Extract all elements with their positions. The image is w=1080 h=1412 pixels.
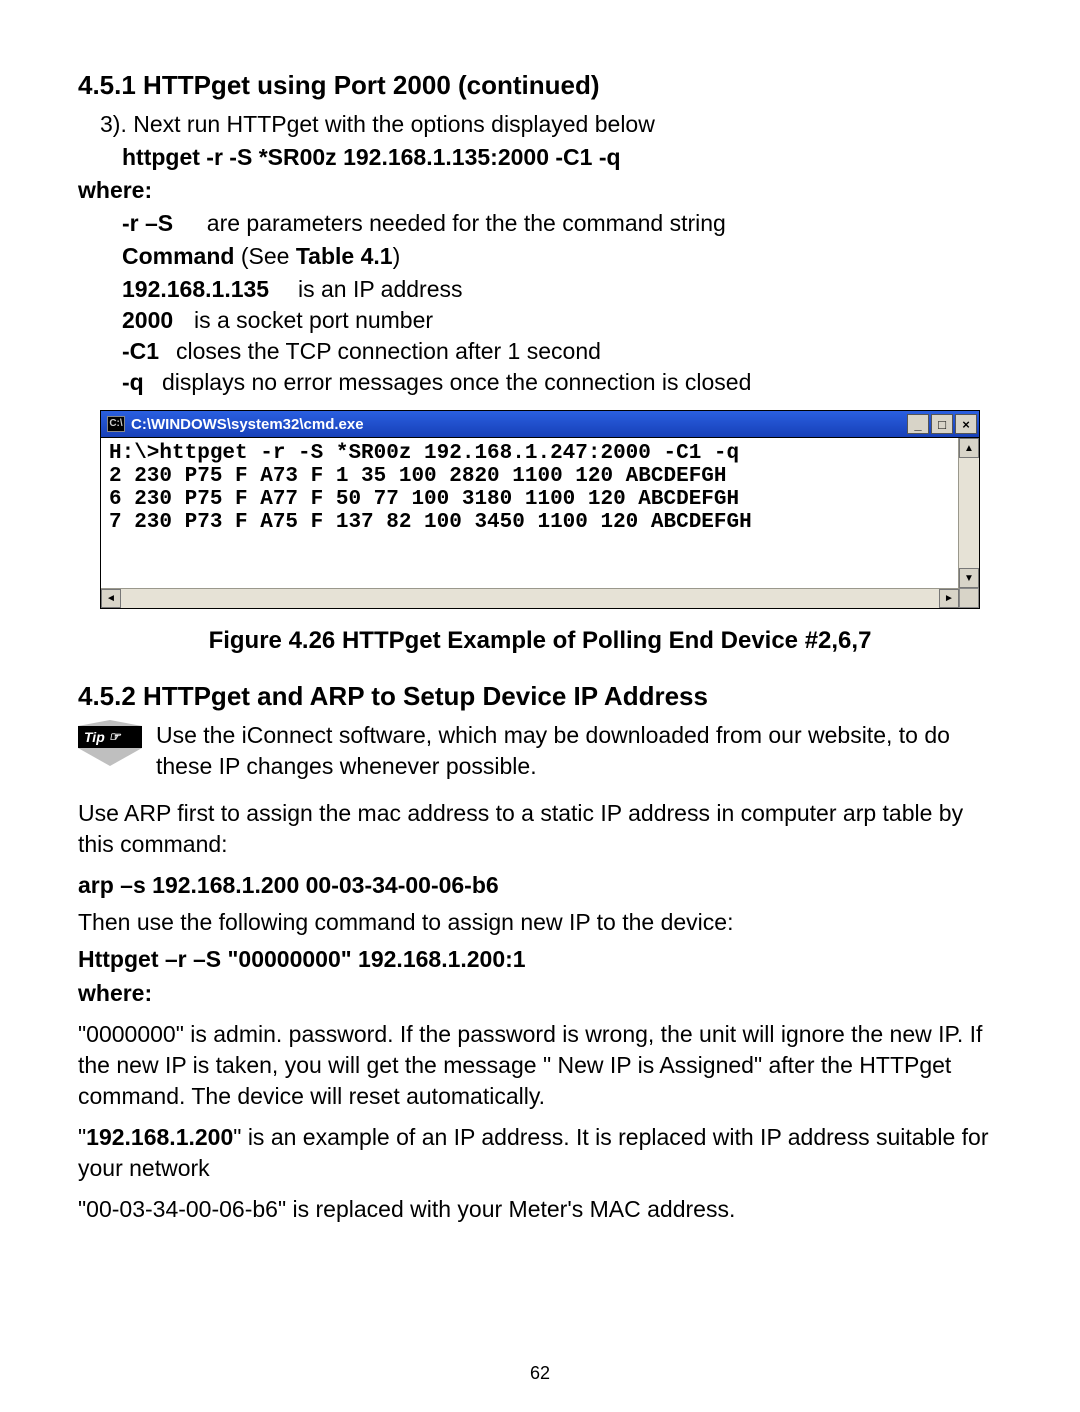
page-number: 62 xyxy=(0,1363,1080,1384)
def-c1-val: closes the TCP connection after 1 second xyxy=(176,338,601,365)
vertical-scroll-track[interactable] xyxy=(959,458,979,568)
def-q: -q displays no error messages once the c… xyxy=(122,369,1002,396)
scroll-up-button[interactable]: ▲ xyxy=(959,438,979,458)
where-password: "0000000" is admin. password. If the pas… xyxy=(78,1019,1002,1112)
where-mac: "00-03-34-00-06-b6" is replaced with you… xyxy=(78,1194,1002,1225)
arp-intro: Use ARP first to assign the mac address … xyxy=(78,798,1002,860)
pointing-hand-icon: ☞ xyxy=(109,729,121,745)
close-button[interactable]: × xyxy=(955,414,977,434)
scroll-left-button[interactable]: ◄ xyxy=(101,589,121,608)
def-c1-key: -C1 xyxy=(122,338,176,365)
httpget-example-cmd: httpget -r -S *SR00z 192.168.1.135:2000 … xyxy=(122,142,1002,173)
def-c1: -C1 closes the TCP connection after 1 se… xyxy=(122,338,1002,365)
def-ip: 192.168.1.135 is an IP address xyxy=(122,276,1002,303)
scroll-right-button[interactable]: ► xyxy=(939,589,959,608)
def-ip-key: 192.168.1.135 xyxy=(122,276,298,303)
minimize-button[interactable]: _ xyxy=(907,414,929,434)
def-q-key: -q xyxy=(122,369,162,396)
httpget-ip-command: Httpget –r –S "00000000" 192.168.1.200:1 xyxy=(78,944,1002,975)
scroll-down-button[interactable]: ▼ xyxy=(959,568,979,588)
cmd-titlebar: C:\ C:\WINDOWS\system32\cmd.exe _ □ × xyxy=(101,411,979,438)
cmd-output: H:\>httpget -r -S *SR00z 192.168.1.247:2… xyxy=(101,438,958,588)
window-controls: _ □ × xyxy=(907,414,977,434)
tip-label: Tip☞ xyxy=(78,726,142,748)
tip-text: Use the iConnect software, which may be … xyxy=(156,720,1002,782)
param-definitions: -r –S are parameters needed for the the … xyxy=(122,210,1002,396)
where-label-451: where: xyxy=(78,175,1002,206)
tip-box: Tip☞ Use the iConnect software, which ma… xyxy=(78,720,1002,782)
step-3-text: 3). Next run HTTPget with the options di… xyxy=(100,109,1002,140)
vertical-scrollbar[interactable]: ▲ ▼ xyxy=(958,438,979,588)
def-ip-val: is an IP address xyxy=(298,276,463,303)
maximize-button[interactable]: □ xyxy=(931,414,953,434)
where-ip: "192.168.1.200" is an example of an IP a… xyxy=(78,1122,1002,1184)
def-q-val: displays no error messages once the conn… xyxy=(162,369,751,396)
cmd-title-text: C:\WINDOWS\system32\cmd.exe xyxy=(131,416,364,433)
def-r-s: -r –S are parameters needed for the the … xyxy=(122,210,1002,237)
def-command: Command (See Table 4.1) xyxy=(122,241,1002,272)
def-r-s-val: are parameters needed for the the comman… xyxy=(194,210,726,237)
cmd-window: C:\ C:\WINDOWS\system32\cmd.exe _ □ × H:… xyxy=(100,410,980,609)
section-451-heading: 4.5.1 HTTPget using Port 2000 (continued… xyxy=(78,70,1002,101)
def-port-key: 2000 xyxy=(122,307,194,334)
tip-badge: Tip☞ xyxy=(78,720,142,782)
cmd-icon: C:\ xyxy=(107,416,125,432)
document-page: 4.5.1 HTTPget using Port 2000 (continued… xyxy=(0,0,1080,1412)
figure-caption: Figure 4.26 HTTPget Example of Polling E… xyxy=(78,627,1002,655)
then-text: Then use the following command to assign… xyxy=(78,907,1002,938)
horizontal-scrollbar[interactable]: ◄ ► xyxy=(101,588,959,608)
section-452-heading: 4.5.2 HTTPget and ARP to Setup Device IP… xyxy=(78,681,1002,712)
def-port-val: is a socket port number xyxy=(194,307,433,334)
def-r-s-key: -r –S xyxy=(122,210,194,237)
where-label-452: where: xyxy=(78,978,1002,1009)
horizontal-scroll-track[interactable] xyxy=(121,589,939,608)
resize-grip[interactable] xyxy=(959,588,979,608)
arp-command: arp –s 192.168.1.200 00-03-34-00-06-b6 xyxy=(78,870,1002,901)
def-port: 2000 is a socket port number xyxy=(122,307,1002,334)
